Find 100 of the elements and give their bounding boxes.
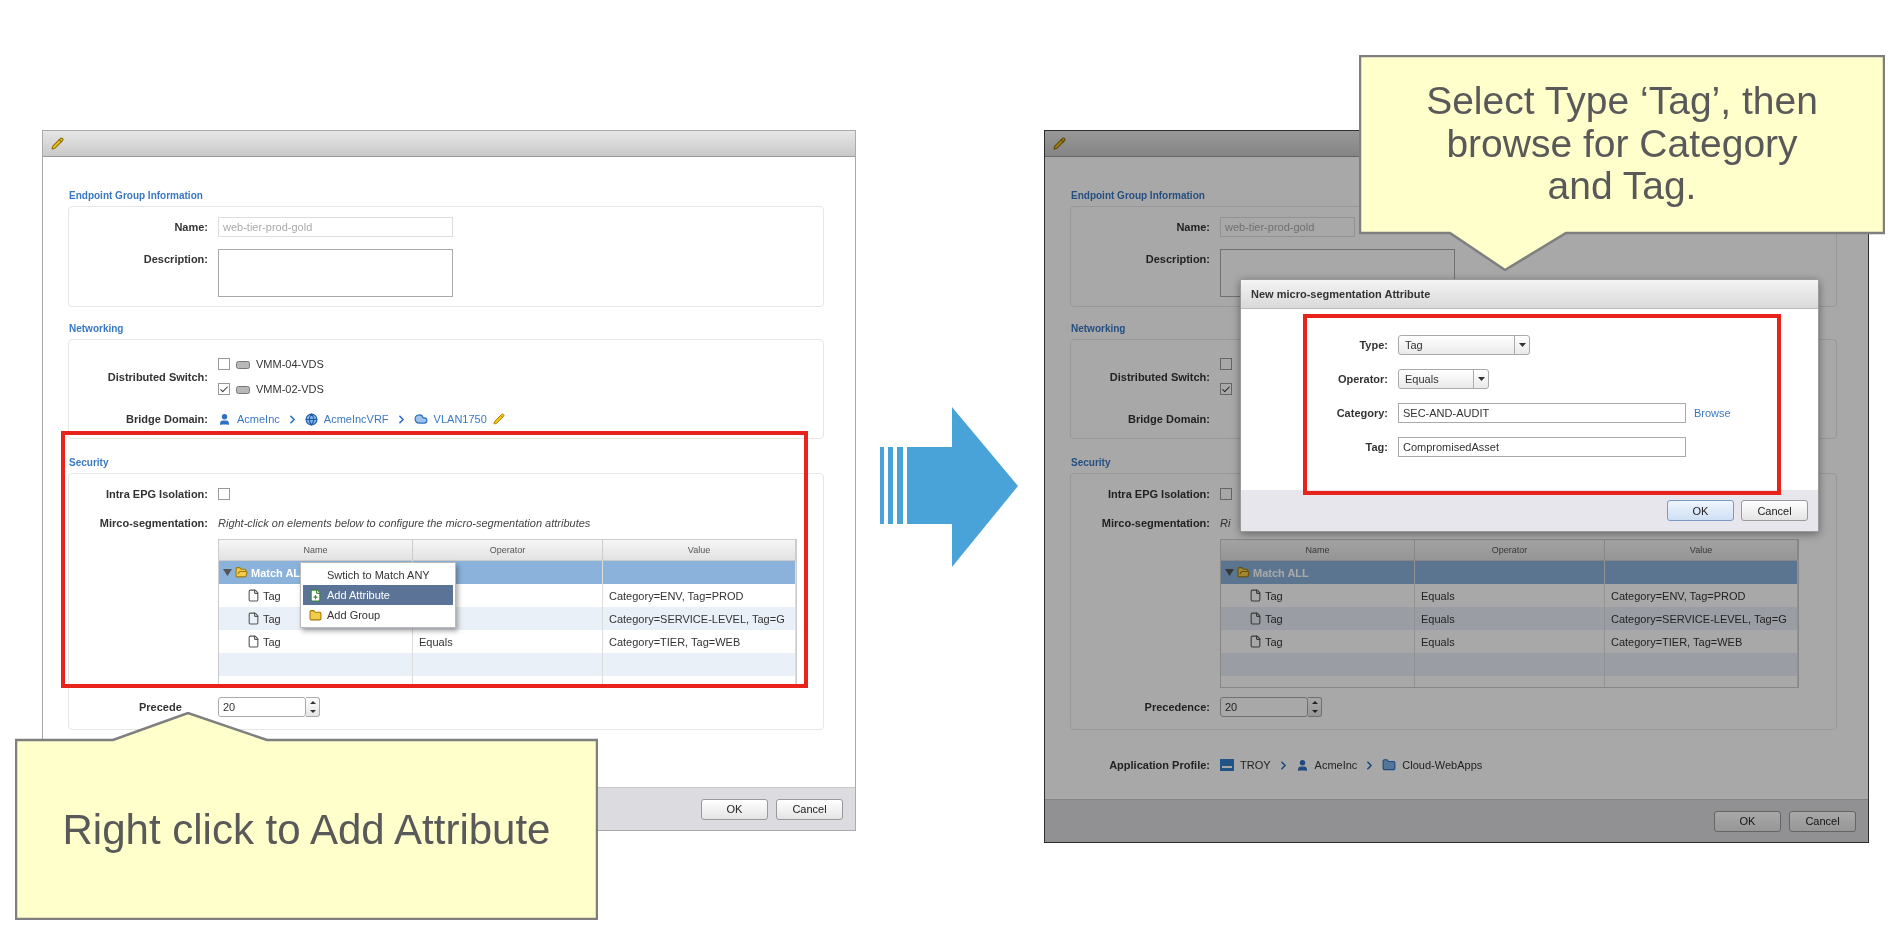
section-heading: Networking <box>69 322 124 336</box>
cloud-icon <box>413 412 428 426</box>
expand-arrow-icon[interactable] <box>223 568 232 577</box>
field-label: Precedence: <box>1144 701 1210 713</box>
folder-icon <box>1237 566 1250 579</box>
field-label: Name: <box>174 221 208 233</box>
section-heading: Endpoint Group Information <box>69 189 203 203</box>
table-cell: Tag <box>1265 589 1283 602</box>
path-text: AcmeInc <box>1314 759 1358 771</box>
menu-item[interactable]: Add Attribute <box>303 585 453 605</box>
field-label: Bridge Domain: <box>1128 413 1210 425</box>
column-header[interactable]: Name <box>1221 540 1415 560</box>
column-header[interactable]: Value <box>1605 540 1798 560</box>
field-label: Mirco-segmentation: <box>1101 517 1210 529</box>
dialog-button[interactable]: Cancel <box>1789 810 1856 832</box>
dialog-button[interactable]: OK <box>1714 810 1781 832</box>
select-field[interactable]: Equals <box>1398 369 1489 389</box>
browse-link[interactable]: Browse <box>1694 407 1731 419</box>
table-cell: Category=SERVICE-LEVEL, Tag=G <box>1611 612 1787 625</box>
pencil-icon[interactable] <box>492 413 505 425</box>
field-label: Precede <box>139 701 182 713</box>
path-text: TROY <box>1240 759 1271 771</box>
field-label: Application Profile: <box>1109 759 1210 771</box>
spin-buttons[interactable] <box>306 697 320 717</box>
table-cell: Equals <box>419 635 453 648</box>
dialog-button[interactable]: Cancel <box>1741 500 1808 521</box>
document-icon <box>1249 635 1262 648</box>
table-cell: Category=TIER, Tag=WEB <box>609 635 741 648</box>
field-label: Bridge Domain: <box>126 413 208 425</box>
column-header[interactable]: Name <box>219 540 413 560</box>
input-field[interactable]: SEC-AND-AUDIT <box>1398 403 1686 423</box>
table-cell: Match AL <box>251 566 301 579</box>
section-heading: Endpoint Group Information <box>1071 189 1205 203</box>
description-field[interactable] <box>218 249 453 297</box>
section-heading: Security <box>1071 456 1111 470</box>
dialog-button[interactable]: OK <box>1667 500 1734 521</box>
checkbox[interactable] <box>1220 358 1232 370</box>
switch-name: VMM-04-VDS <box>256 358 324 370</box>
table-cell: Category=ENV, Tag=PROD <box>609 589 744 602</box>
callout-text: Select Type ‘Tag’, then browse for Category and Tag. <box>1425 79 1819 209</box>
switch-name: VMM-02-VDS <box>256 383 324 395</box>
document-icon <box>1249 612 1262 625</box>
folder-icon <box>235 566 248 579</box>
section-heading: Networking <box>1071 322 1126 336</box>
checkbox[interactable] <box>1220 488 1232 500</box>
field-label: Intra EPG Isolation: <box>1107 488 1210 500</box>
caret-icon <box>1477 377 1485 381</box>
number-field[interactable]: 20 <box>218 697 306 717</box>
table-cell: Equals <box>1421 635 1455 648</box>
expand-arrow-icon[interactable] <box>1225 568 1234 577</box>
input-field[interactable]: CompromisedAsset <box>1398 437 1686 457</box>
person-icon <box>1295 758 1309 772</box>
path-link[interactable]: VLAN1750 <box>433 413 487 425</box>
checkbox[interactable] <box>218 383 230 395</box>
field-label: Intra EPG Isolation: <box>105 488 208 500</box>
tile-icon <box>1220 759 1234 771</box>
table-cell: Tag <box>1265 635 1283 648</box>
callout-text: Right click to Add Attribute <box>62 806 551 854</box>
person-icon <box>218 412 231 426</box>
table-cell: Tag <box>1265 612 1283 625</box>
checkbox[interactable] <box>1220 383 1232 395</box>
checkbox[interactable] <box>218 358 230 370</box>
document-icon <box>247 635 260 648</box>
menu-item[interactable]: Add Group <box>303 605 453 625</box>
path-link[interactable]: AcmeIncVRF <box>323 413 389 425</box>
column-header[interactable]: Value <box>603 540 796 560</box>
folder-icon <box>1382 758 1397 772</box>
table-cell: Category=TIER, Tag=WEB <box>1611 635 1743 648</box>
column-header[interactable]: Operator <box>1415 540 1605 560</box>
dialog-button[interactable]: Cancel <box>776 798 843 820</box>
field-label: Tag: <box>1365 441 1388 453</box>
path-link[interactable]: AcmeInc <box>237 413 280 425</box>
table-cell: Tag <box>263 589 281 602</box>
pencil-icon[interactable] <box>1053 137 1066 150</box>
table-cell: Category=ENV, Tag=PROD <box>1611 589 1746 602</box>
table-cell: Tag <box>263 612 281 625</box>
dialog-title: New micro-segmentation Attribute <box>1251 288 1431 300</box>
file-plus-icon <box>308 588 322 602</box>
field-label: Operator: <box>1337 373 1388 385</box>
hint-text: Ri <box>1220 517 1231 529</box>
pencil-icon[interactable] <box>51 137 64 150</box>
table-cell: Tag <box>263 635 281 648</box>
field-label: Name: <box>1176 221 1210 233</box>
number-field[interactable]: 20 <box>1220 697 1308 717</box>
hint-text: Right-click on elements below to configure the micro-segmentation attributes <box>218 517 591 529</box>
field-label: Category: <box>1336 407 1388 419</box>
dialog-button[interactable]: OK <box>701 798 768 820</box>
document-icon <box>247 612 260 625</box>
globe-icon <box>304 412 318 426</box>
field-label: Distributed Switch: <box>1109 370 1210 383</box>
section-heading: Security <box>69 456 109 470</box>
menu-item[interactable]: Swtich to Match ANY <box>303 565 453 585</box>
checkbox[interactable] <box>218 488 230 500</box>
document-icon <box>247 589 260 602</box>
field-label: Mirco-segmentation: <box>99 517 208 529</box>
column-header[interactable]: Operator <box>413 540 603 560</box>
table-cell: Equals <box>1421 589 1455 602</box>
select-field[interactable]: Tag <box>1398 335 1530 355</box>
field-label: Type: <box>1359 339 1388 351</box>
spin-buttons[interactable] <box>1308 697 1322 717</box>
